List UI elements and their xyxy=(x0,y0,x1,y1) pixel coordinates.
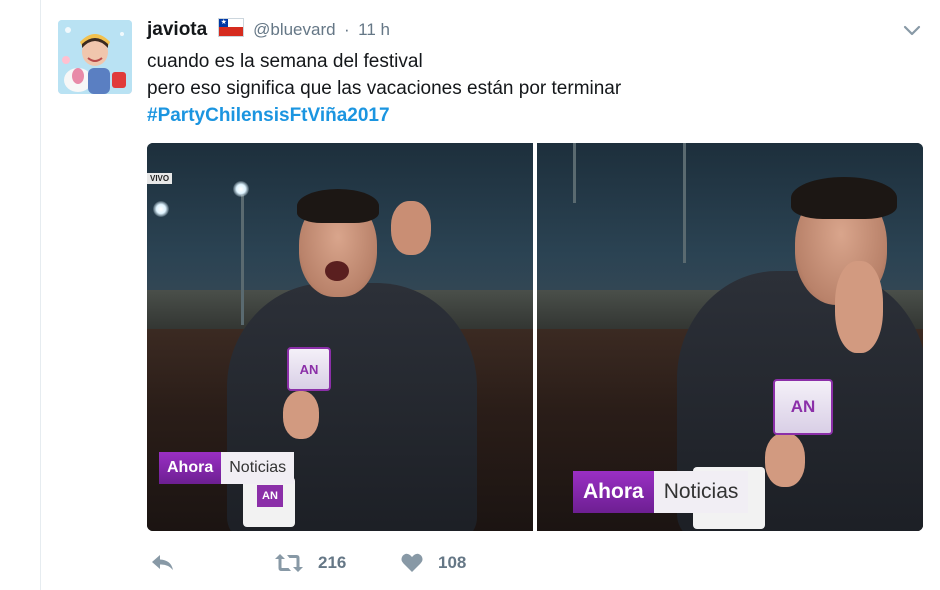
tweet-timestamp[interactable]: 11 h xyxy=(358,20,390,39)
timeline-left-gutter xyxy=(0,0,41,590)
lower-third-banner: Ahora Noticias xyxy=(573,471,749,513)
open-mouth xyxy=(325,261,349,281)
reporter-hair xyxy=(297,189,379,223)
mic-flag-logo: AN xyxy=(773,379,833,435)
chile-flag-icon: ★ xyxy=(217,18,244,37)
lower-third-ahora: Ahora xyxy=(159,452,222,484)
chevron-down-icon[interactable] xyxy=(902,20,922,40)
like-count: 108 xyxy=(438,553,467,572)
avatar-image xyxy=(58,20,132,94)
floodlight xyxy=(233,181,249,197)
avatar[interactable] xyxy=(58,20,132,94)
media-photo-right[interactable]: AN Ahora Noticias xyxy=(537,143,923,531)
live-tag: VIVO xyxy=(147,173,173,184)
lower-third-noticias: Noticias xyxy=(221,452,295,484)
mic-flag-logo: AN xyxy=(287,347,331,391)
media-photo-left[interactable]: VIVO AN AN Ahora Noticias xyxy=(147,143,533,531)
like-button[interactable]: 108 xyxy=(400,550,466,576)
tweet-text-line: cuando es la semana del festival xyxy=(147,51,423,72)
hand-on-cheek xyxy=(835,261,883,353)
lower-third-banner: Ahora Noticias xyxy=(159,452,295,484)
hand-holding-mic xyxy=(283,391,319,439)
light-pole xyxy=(573,143,576,203)
heart-icon xyxy=(401,553,423,572)
hashtag-link[interactable]: #PartyChilensisFtViña2017 xyxy=(147,102,621,129)
mug-logo: AN xyxy=(257,485,283,507)
floodlight xyxy=(153,201,169,217)
retweet-button[interactable]: 216 xyxy=(274,550,346,576)
lower-third-noticias: Noticias xyxy=(653,471,749,513)
reply-icon xyxy=(152,555,173,570)
tweet-text-line: pero eso significa que las vacaciones es… xyxy=(147,78,622,99)
user-handle[interactable]: @bluevard xyxy=(253,20,335,39)
meta-separator: · xyxy=(344,20,350,39)
tweet-text: cuando es la semana del festival pero es… xyxy=(147,48,621,129)
lower-third-ahora: Ahora xyxy=(573,471,654,513)
hand-holding-mic xyxy=(765,433,805,487)
retweet-icon xyxy=(275,554,303,572)
light-pole xyxy=(683,143,686,263)
reply-button[interactable] xyxy=(150,550,176,576)
tweet[interactable]: javiota ★ @bluevard · 11 h cuando es la … xyxy=(40,0,940,590)
retweet-count: 216 xyxy=(318,553,347,572)
twitter-timeline: javiota ★ @bluevard · 11 h cuando es la … xyxy=(0,0,940,590)
reporter-hair xyxy=(791,177,897,219)
user-fullname[interactable]: javiota xyxy=(147,19,207,40)
media-divider xyxy=(533,143,537,531)
light-pole xyxy=(241,195,244,325)
tweet-header: javiota ★ @bluevard · 11 h xyxy=(147,18,390,42)
tweet-media[interactable]: VIVO AN AN Ahora Noticias AN Ahora Notic… xyxy=(147,143,923,531)
raised-fist xyxy=(391,201,431,255)
